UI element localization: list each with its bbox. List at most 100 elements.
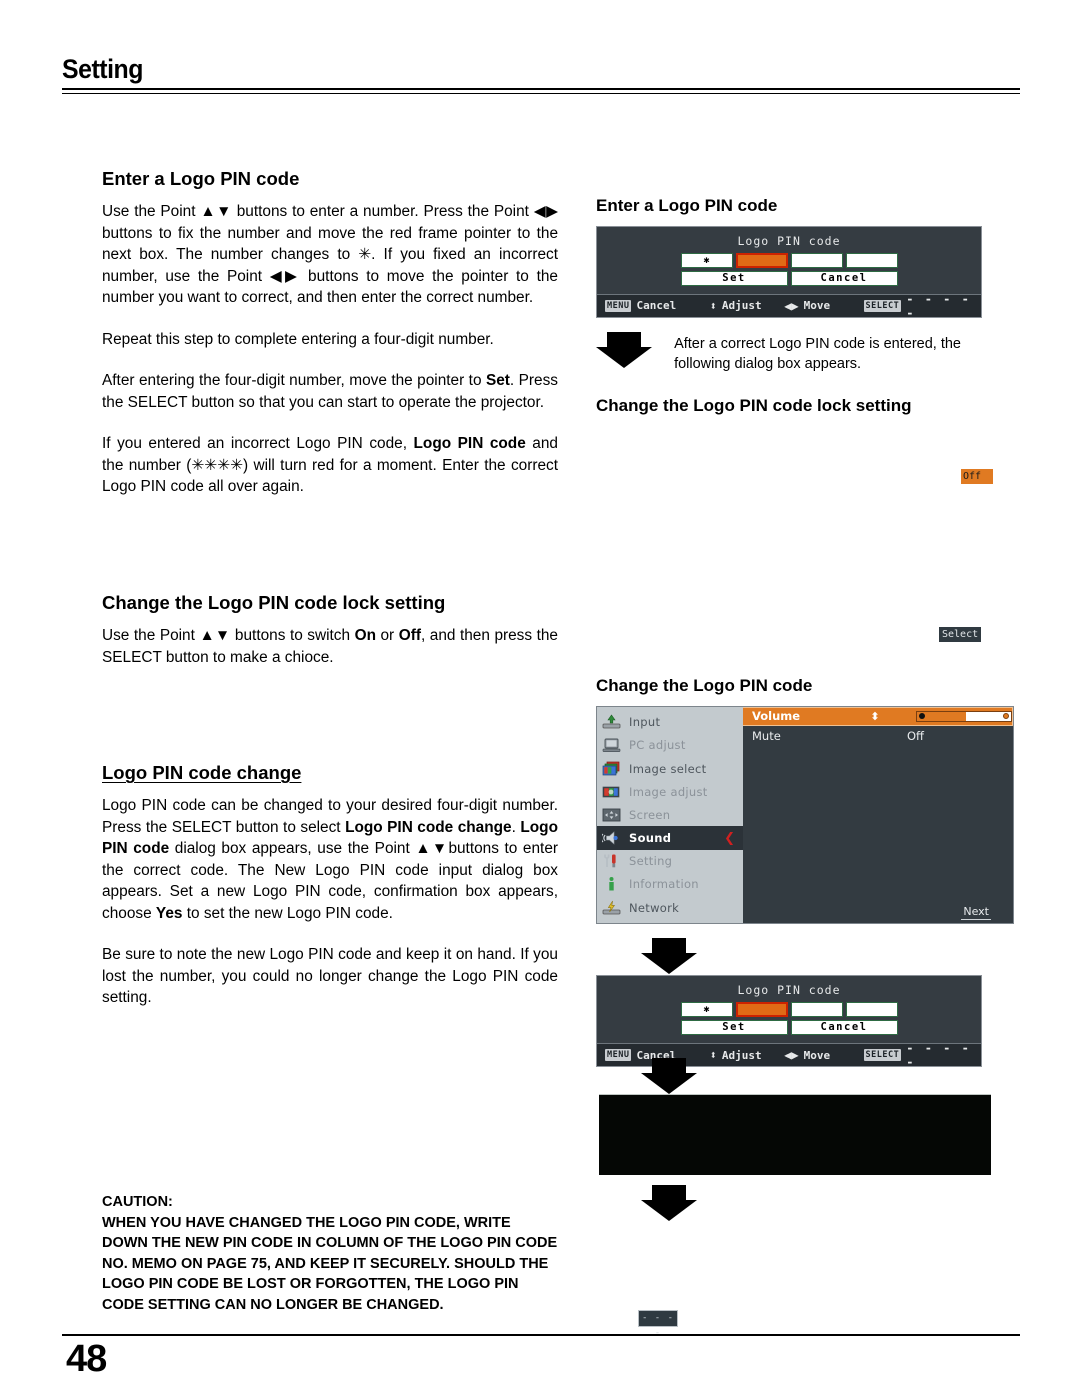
figure-heading-change-logo-pin-code: Change the Logo PIN code [596,676,813,695]
sidebar-label-setting: Setting [629,854,673,869]
hint-select-action: - - - - - [906,291,971,320]
down-arrow-icon-1 [596,331,652,368]
pin-digit-4[interactable] [845,252,898,268]
caution-block: CAUTION: WHEN YOU HAVE CHANGED THE LOGO … [102,1192,558,1315]
updown-arrows-icon-2: ⬍ [709,1048,717,1062]
sidebar-item-network[interactable]: Network [597,896,743,919]
osd-menu-figure: Change the Logo PIN code Input PC adjust… [596,676,1026,924]
pin-digit-row-2: ✱ [597,1002,981,1017]
flow-note-after-correct-pin: After a correct Logo PIN code is entered… [674,335,961,372]
flow-step-2 [641,938,697,974]
pin-dialog-hint-bar: MENU Cancel ⬍ Adjust ◀▶ Move SELECT - - … [597,291,981,320]
sidebar-label-network: Network [629,900,680,915]
point-updown-glyph-4: ▲▼ [415,840,449,858]
flow-step-3 [641,1058,697,1094]
section-spacer-1 [102,518,558,592]
sidebar-item-pc-adjust[interactable]: PC adjust [597,734,743,757]
paragraph-enter-pin-4: If you entered an incorrect Logo PIN cod… [102,435,558,496]
image-adjust-icon [602,784,621,800]
down-arrow-icon-4 [641,1185,697,1221]
osd-menu-sidebar: Input PC adjust Image select Image adjus… [597,706,743,923]
hint-select-action-2: - - - - - [906,1041,971,1069]
pin-digit-3-b[interactable] [790,1002,843,1017]
pin-action-row: Set Cancel [597,270,981,286]
volume-slider[interactable] [916,710,1012,722]
menu-row-volume[interactable]: Volume ⬍ [743,706,1013,726]
point-updown-glyph: ▲▼ [200,203,232,221]
updown-adjust-icon: ⬍ [870,709,880,723]
menu-key-icon-2: MENU [605,1049,632,1061]
down-arrow-icon-2 [641,938,697,974]
sidebar-item-setting[interactable]: Setting [597,850,743,873]
hint-adjust-action-2: Adjust [721,1048,762,1062]
menu-row-mute-value: Off [907,728,924,743]
sidebar-item-input[interactable]: Input [597,711,743,734]
sidebar-label-sound: Sound [629,831,672,846]
leftright-arrows-icon-2: ◀▶ [784,1048,799,1062]
pin-dialog-body-2: Logo PIN code ✱ Set Cancel [597,976,981,1043]
sidebar-label-image-adjust: Image adjust [629,784,708,799]
pin-digit-1[interactable]: ✱ [680,252,733,268]
pin-action-row-2: Set Cancel [597,1020,981,1035]
select-key-icon: SELECT [863,299,902,312]
pin-dashes-badge[interactable]: - - - - [638,1310,678,1338]
chevron-left-icon: ❮ [724,830,735,846]
sidebar-item-information[interactable]: Information [597,873,743,896]
hint-menu-action: Cancel [636,299,677,313]
sidebar-item-image-adjust[interactable]: Image adjust [597,780,743,803]
logo-pin-code-dialog-2[interactable]: Logo PIN code ✱ Set Cancel MENU Cancel ⬍… [596,975,982,1069]
page-number: 48 [66,1338,107,1380]
logo-pin-code-dialog-1[interactable]: Logo PIN code ✱ Set Cancel MENU Cancel ⬍… [596,225,982,320]
hint-adjust-action: Adjust [721,299,762,313]
pin-digit-row: ✱ [597,252,981,268]
hint-move-action-2: Move [803,1048,831,1062]
pin-dialog-title-2: Logo PIN code [737,983,841,997]
paragraph-enter-pin-3: After entering the four-digit number, mo… [102,372,558,411]
cancel-button[interactable]: Cancel [790,270,898,286]
next-label[interactable]: Next [961,905,991,920]
pin-digit-2[interactable] [735,252,788,268]
paragraph-lock-setting: Use the Point ▲▼ buttons to switch On or… [102,627,558,666]
select-key-icon-2: SELECT [863,1049,902,1061]
menu-row-mute-label: Mute [752,728,781,743]
heading-logo-pin-code-change: Logo PIN code change [102,762,302,784]
footer-rule [62,1334,1020,1336]
screen-icon [602,807,621,823]
pin-digit-4-b[interactable] [845,1002,898,1017]
select-button-badge[interactable]: Select [939,627,982,642]
pin-dialog-body: Logo PIN code ✱ Set Cancel [597,227,981,294]
set-button-2[interactable]: Set [680,1020,788,1035]
chapter-title: Setting [62,54,143,84]
off-value-badge[interactable]: Off [961,469,993,484]
osd-main-menu[interactable]: Input PC adjust Image select Image adjus… [596,705,1014,924]
heading-enter-logo-pin-code: Enter a Logo PIN code [102,168,300,189]
sidebar-item-sound[interactable]: Sound ❮ [597,826,743,850]
volume-slider-knob-right [1003,713,1009,720]
heading-change-logo-pin-lock-setting: Change the Logo PIN code lock setting [102,591,446,613]
sidebar-label-screen: Screen [629,807,671,822]
pin-dialog-title: Logo PIN code [737,233,841,248]
sidebar-item-image-select[interactable]: Image select [597,757,743,780]
flow-step-1: After a correct Logo PIN code is entered… [596,331,1016,374]
logo-pin-code-dialog-2-wrap: Logo PIN code ✱ Set Cancel MENU Cancel ⬍… [596,975,982,1069]
setting-icon [602,853,621,869]
sidebar-label-pc-adjust: PC adjust [629,738,686,753]
pin-digit-1-b[interactable]: ✱ [680,1002,733,1017]
pin-digit-3[interactable] [790,252,843,268]
header-rule-thin [62,93,1020,94]
sidebar-label-information: Information [629,877,699,892]
network-icon [602,900,621,916]
set-button[interactable]: Set [680,270,788,286]
cancel-button-2[interactable]: Cancel [790,1020,898,1035]
right-column: Enter a Logo PIN code Logo PIN code ✱ Se… [596,196,1016,425]
pc-adjust-icon [602,737,621,753]
sidebar-item-screen[interactable]: Screen [597,803,743,826]
caution-body: WHEN YOU HAVE CHANGED THE LOGO PIN CODE,… [102,1214,558,1313]
paragraph-enter-pin-1: Use the Point ▲▼ buttons to enter a numb… [102,203,558,307]
point-leftright-glyph: ◀▶ [533,203,558,221]
pin-digit-2-b[interactable] [735,1002,788,1017]
sidebar-label-input: Input [629,715,661,730]
header-rule-thick [62,88,1020,90]
flow-step-4 [641,1185,697,1221]
menu-row-mute[interactable]: Mute Off [743,726,1013,746]
